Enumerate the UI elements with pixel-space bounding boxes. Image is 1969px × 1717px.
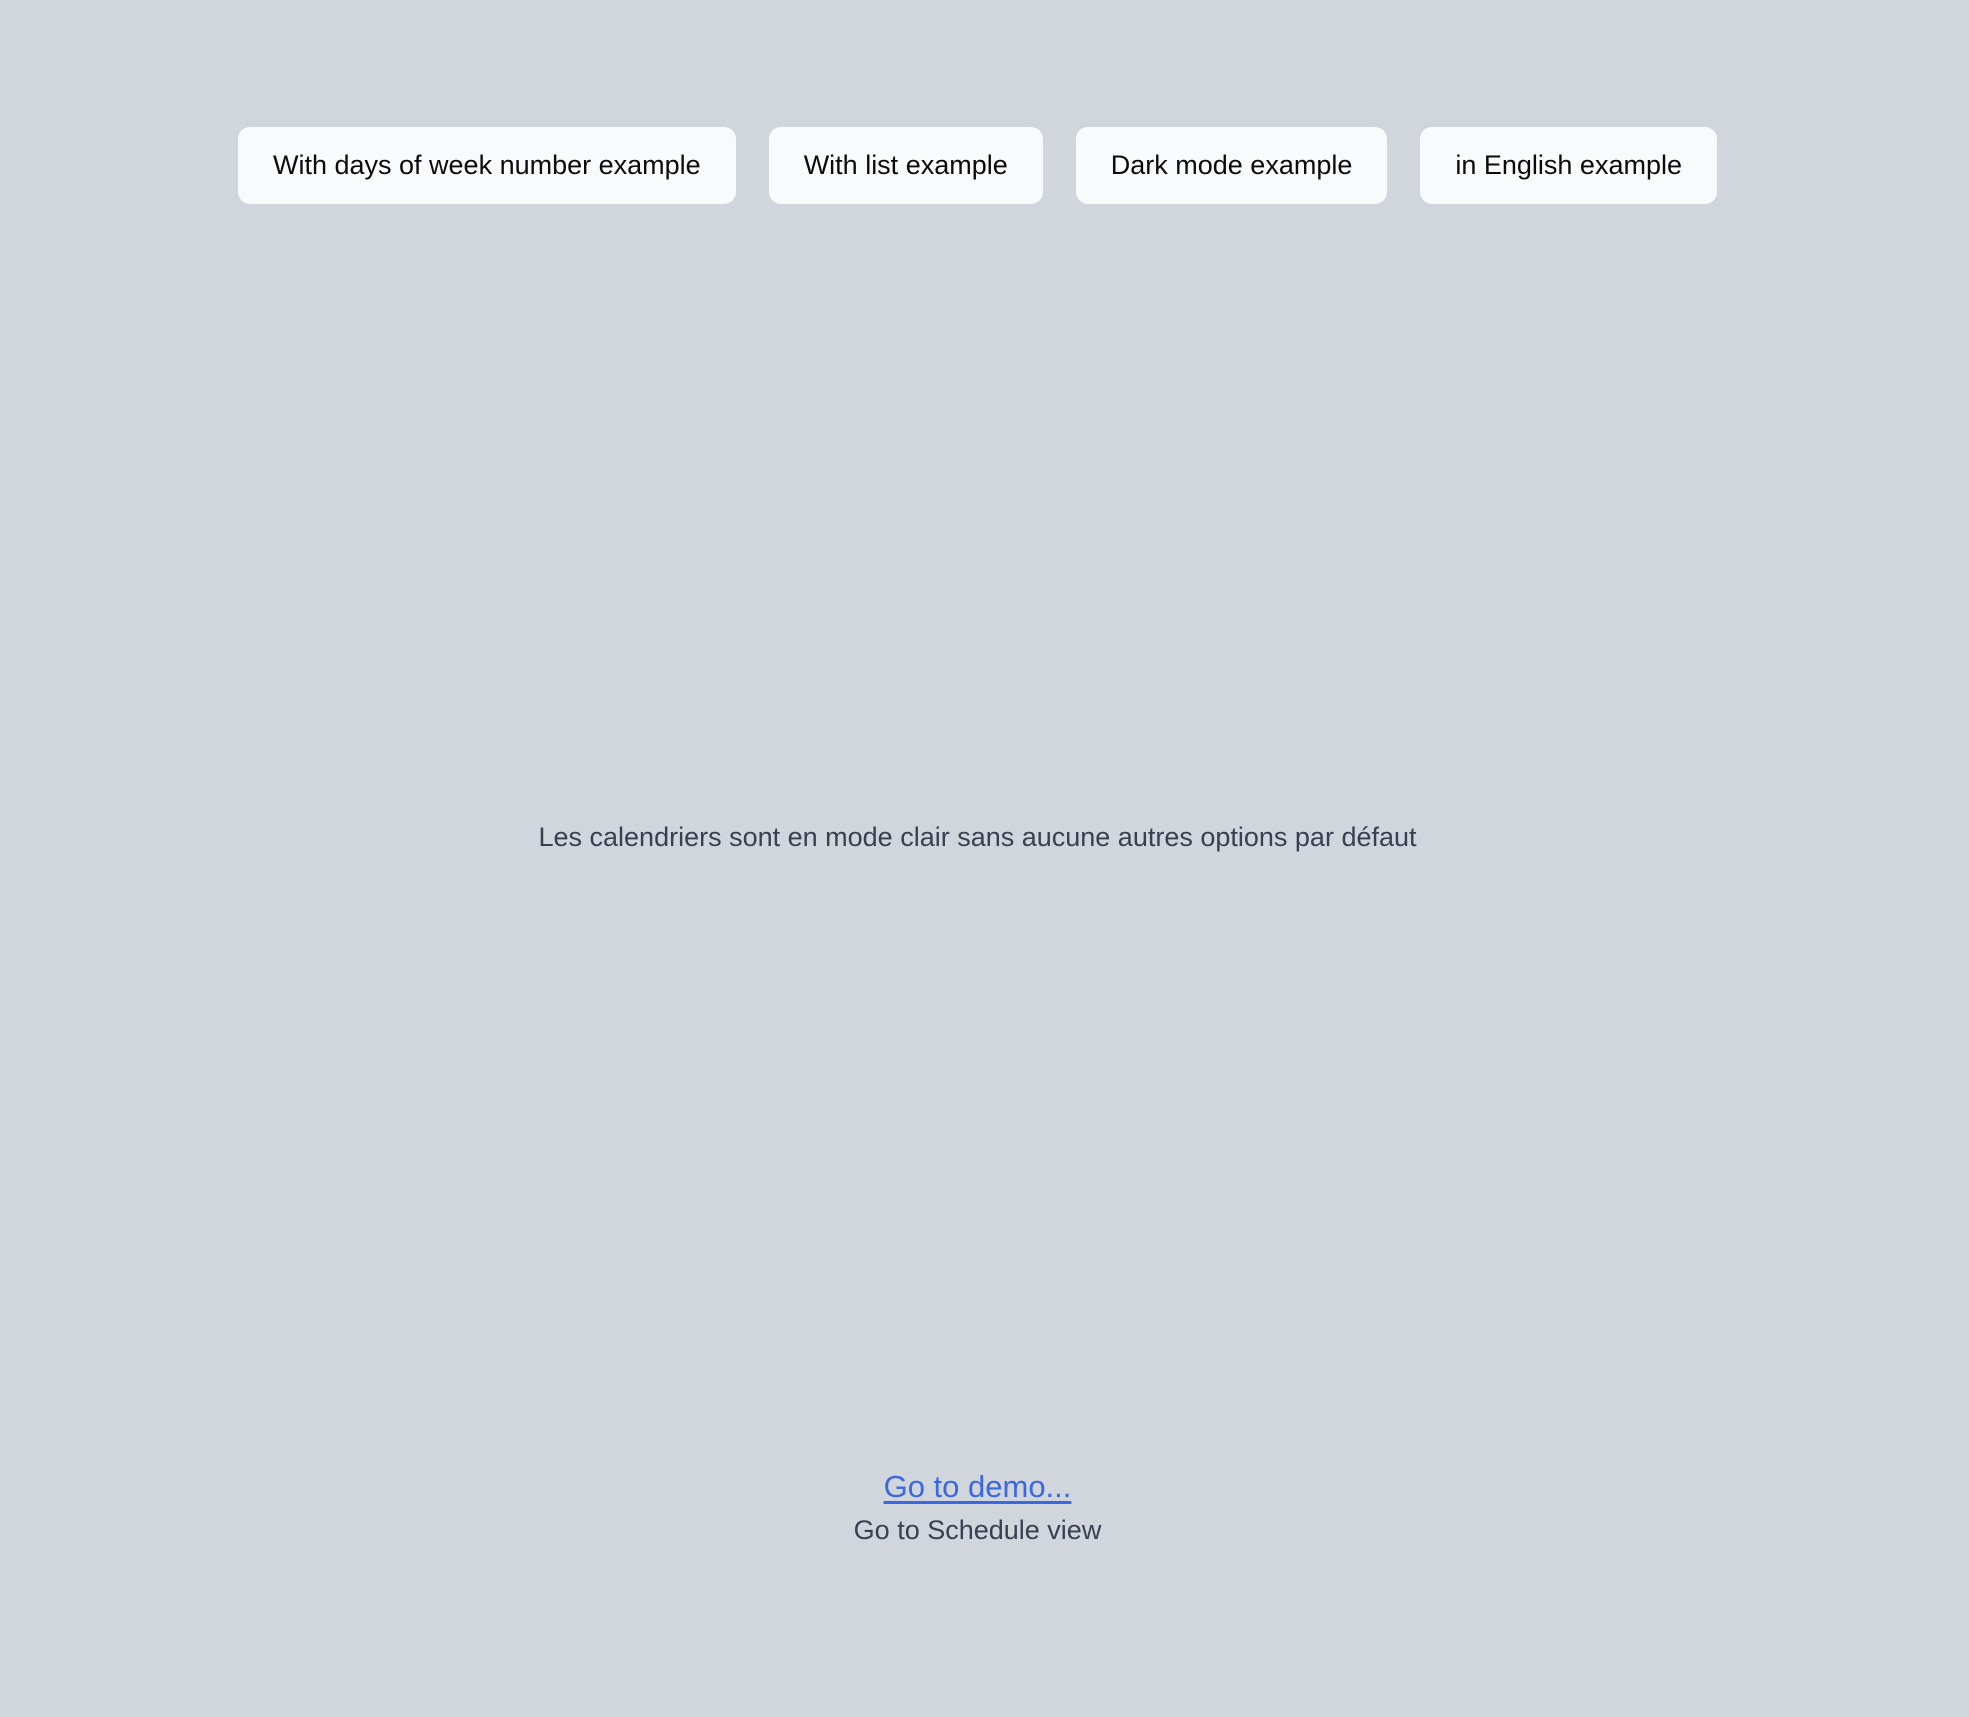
demo-link-container: Go to demo... bbox=[0, 1466, 1955, 1514]
schedule-view-label: Go to Schedule view bbox=[853, 1515, 1102, 1545]
example-buttons-row: With days of week number example With li… bbox=[0, 127, 1955, 204]
english-example-button[interactable]: in English example bbox=[1420, 127, 1717, 204]
go-to-demo-link[interactable]: Go to demo... bbox=[884, 1469, 1072, 1504]
list-example-button[interactable]: With list example bbox=[768, 127, 1043, 204]
dark-mode-example-button[interactable]: Dark mode example bbox=[1075, 127, 1388, 204]
days-of-week-number-example-button[interactable]: With days of week number example bbox=[237, 127, 736, 204]
calendar-mode-description: Les calendriers sont en mode clair sans … bbox=[538, 822, 1417, 852]
